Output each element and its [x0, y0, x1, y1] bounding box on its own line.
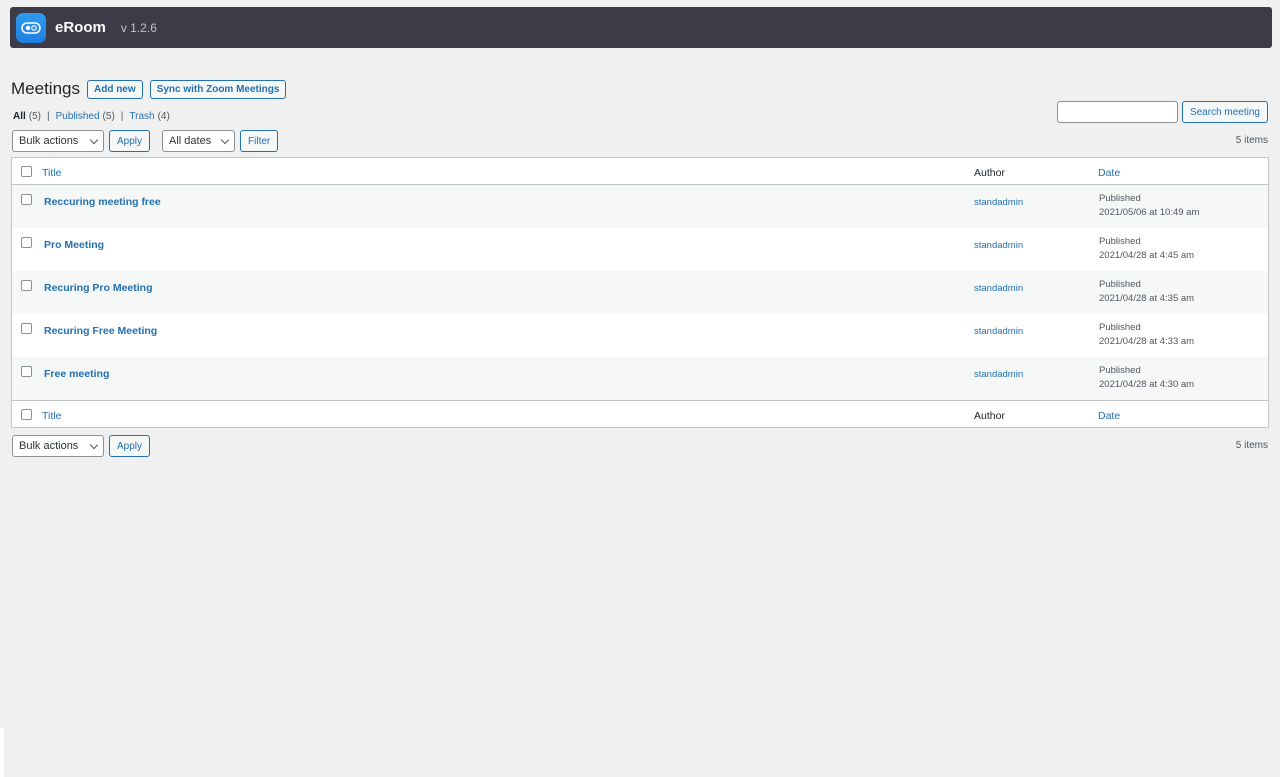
- bulk-actions-value: Bulk actions: [19, 440, 79, 452]
- meetings-table: Title Author Date Reccuring meeting free…: [11, 157, 1269, 428]
- row-status: Published: [1099, 193, 1141, 204]
- view-all-link[interactable]: All: [13, 111, 26, 122]
- row-title-link[interactable]: Pro Meeting: [42, 239, 104, 251]
- row-status: Published: [1099, 236, 1141, 247]
- row-status: Published: [1099, 279, 1141, 290]
- row-author-link[interactable]: standadmin: [974, 326, 1023, 337]
- table-row: Recuring Pro Meeting standadmin Publishe…: [12, 271, 1268, 314]
- chevron-down-icon: [220, 135, 230, 144]
- date-filter-select[interactable]: All dates: [162, 130, 236, 152]
- row-checkbox[interactable]: [21, 280, 32, 291]
- sync-zoom-button[interactable]: Sync with Zoom Meetings: [149, 79, 287, 99]
- date-column-header[interactable]: Date: [1098, 167, 1120, 179]
- row-status: Published: [1099, 365, 1141, 376]
- view-trash-count: (4): [157, 111, 170, 122]
- view-all-count: (5): [28, 111, 42, 122]
- tablenav-bottom: Bulk actions Apply: [12, 435, 162, 457]
- search-meeting-button[interactable]: Search meeting: [1181, 101, 1268, 123]
- table-header: Title Author Date: [12, 158, 1268, 185]
- row-title-link[interactable]: Reccuring meeting free: [42, 196, 161, 208]
- date-filter-value: All dates: [169, 135, 212, 147]
- row-author-link[interactable]: standadmin: [974, 197, 1023, 208]
- row-title-link[interactable]: Recuring Free Meeting: [42, 325, 157, 337]
- row-date: 2021/05/06 at 10:49 am: [1099, 207, 1200, 218]
- search-input[interactable]: [1056, 101, 1178, 123]
- eroom-logo-icon: [16, 12, 46, 43]
- page-title: Meetings: [11, 79, 80, 98]
- select-all-checkbox-footer[interactable]: [21, 408, 32, 420]
- table-row: Pro Meeting standadmin Published 2021/04…: [12, 228, 1268, 271]
- table-row: Recuring Free Meeting standadmin Publish…: [12, 314, 1268, 357]
- items-count-bottom: 5 items: [1235, 440, 1268, 451]
- chevron-down-icon: [89, 440, 99, 449]
- view-separator: |: [120, 111, 124, 122]
- author-column-header: Author: [974, 166, 1005, 179]
- date-column-footer[interactable]: Date: [1098, 410, 1120, 422]
- author-column-footer: Author: [974, 409, 1005, 422]
- row-date: 2021/04/28 at 4:30 am: [1099, 379, 1195, 390]
- table-row: Free meeting standadmin Published 2021/0…: [12, 357, 1268, 400]
- row-title-link[interactable]: Free meeting: [42, 368, 109, 380]
- row-status: Published: [1099, 322, 1141, 333]
- row-date: 2021/04/28 at 4:45 am: [1099, 250, 1195, 261]
- view-published-link[interactable]: Published: [56, 111, 100, 122]
- row-checkbox[interactable]: [21, 366, 32, 377]
- apply-button-bottom[interactable]: Apply: [109, 435, 151, 457]
- view-published-count: (5): [102, 111, 115, 122]
- row-author-link[interactable]: standadmin: [974, 369, 1023, 380]
- filter-button[interactable]: Filter: [240, 130, 279, 152]
- tablenav-top: Bulk actions Apply All dates Filter: [12, 130, 290, 152]
- status-views: All (5) | Published (5) | Trash (4): [13, 111, 170, 122]
- page-heading: Meetings Add new Sync with Zoom Meetings: [11, 79, 293, 99]
- version-label: v 1.2.6: [120, 20, 157, 35]
- row-checkbox[interactable]: [21, 323, 32, 334]
- top-bar: eRoom v 1.2.6: [10, 7, 1272, 48]
- title-column-header[interactable]: Title: [42, 167, 61, 179]
- brand-name: eRoom: [55, 19, 106, 36]
- table-row: Reccuring meeting free standadmin Publis…: [12, 185, 1268, 228]
- row-date: 2021/04/28 at 4:33 am: [1099, 336, 1195, 347]
- row-date: 2021/04/28 at 4:35 am: [1099, 293, 1195, 304]
- search-box: Search meeting: [1056, 101, 1268, 123]
- chevron-down-icon: [89, 135, 99, 144]
- items-count-top: 5 items: [1235, 135, 1268, 146]
- add-new-button[interactable]: Add new: [86, 79, 143, 99]
- row-checkbox[interactable]: [21, 194, 32, 205]
- row-author-link[interactable]: standadmin: [974, 283, 1023, 294]
- bulk-actions-select-bottom[interactable]: Bulk actions: [12, 435, 104, 457]
- apply-button[interactable]: Apply: [109, 130, 151, 152]
- select-all-checkbox[interactable]: [21, 165, 32, 177]
- row-author-link[interactable]: standadmin: [974, 240, 1023, 251]
- bulk-actions-value: Bulk actions: [19, 135, 79, 147]
- bulk-actions-select[interactable]: Bulk actions: [12, 130, 104, 152]
- view-trash-link[interactable]: Trash: [129, 111, 154, 122]
- title-column-footer[interactable]: Title: [42, 410, 61, 422]
- table-footer: Title Author Date: [12, 400, 1268, 427]
- view-separator: |: [47, 111, 50, 122]
- row-title-link[interactable]: Recuring Pro Meeting: [42, 282, 153, 294]
- row-checkbox[interactable]: [21, 237, 32, 248]
- page-edge: [0, 728, 4, 777]
